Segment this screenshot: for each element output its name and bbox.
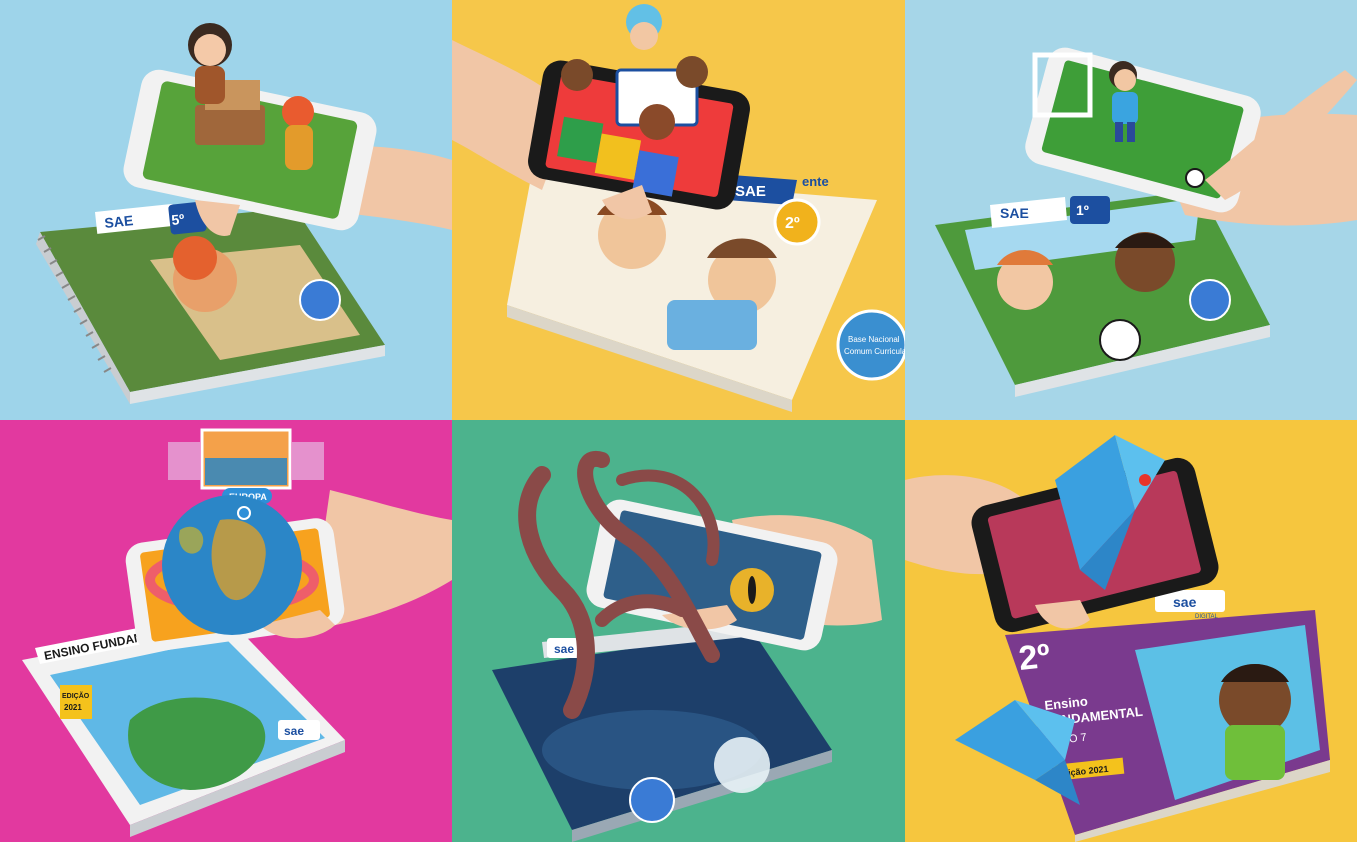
panel-origami-art: sae DIGITAL 2º Ensino FUNDAMENTAL LIVRO … — [905, 435, 1330, 842]
panel-octopus: sae — [452, 420, 905, 842]
bncc-seal-line1: Base Nacional — [848, 335, 900, 344]
edition-year: 2021 — [64, 703, 82, 712]
bncc-seal-line2: Comum Curricular — [844, 347, 905, 356]
panel-octopus-art: sae — [492, 451, 882, 842]
photo-strip: EUROPA — [168, 428, 324, 504]
brand-label: SAE — [735, 183, 766, 200]
notebook: SAE 5º — [36, 201, 385, 404]
ar-books-collage: SAE 5º SAE ente 2º Base Nacional Comum C… — [0, 0, 1357, 842]
hand-with-phone — [586, 499, 882, 651]
panel-group-table-art: SAE ente 2º Base Nacional Comum Curricul… — [452, 4, 905, 412]
panel-origami: sae DIGITAL 2º Ensino FUNDAMENTAL LIVRO … — [905, 420, 1357, 842]
grade-label: 2º — [1017, 637, 1052, 678]
edition-label: EDIÇÃO — [62, 691, 90, 700]
panel-board-game-art: SAE 5º — [36, 23, 452, 404]
panel-group-table: SAE ente 2º Base Nacional Comum Curricul… — [452, 0, 905, 420]
panel-globe: EUROPA ENSINO FUNDAMENTAL 7º EDIÇÃO 2021… — [0, 420, 452, 842]
brand-label: sae — [284, 724, 304, 738]
grade-label: 5º — [171, 211, 186, 228]
panel-globe-art: EUROPA ENSINO FUNDAMENTAL 7º EDIÇÃO 2021… — [22, 428, 452, 837]
brand-label: SAE — [1000, 205, 1029, 221]
panel-soccer-art: SAE 1º — [935, 47, 1357, 397]
panel-board-game: SAE 5º — [0, 0, 452, 420]
brand-sub-label: DIGITAL — [1195, 614, 1219, 620]
origami-bird-paper — [955, 700, 1080, 805]
grade-label: 1º — [1076, 202, 1089, 218]
brand-label: sae — [554, 642, 574, 656]
brand-label: sae — [1173, 594, 1197, 610]
grade-label: 2º — [785, 215, 800, 232]
notebook: SAE 1º — [935, 190, 1270, 397]
notebook: SAE ente 2º Base Nacional Comum Curricul… — [507, 172, 905, 412]
brand-label: SAE — [104, 212, 134, 231]
panel-soccer: SAE 1º — [905, 0, 1357, 420]
notebook: sae — [492, 618, 832, 842]
partner-label: ente — [802, 174, 829, 189]
